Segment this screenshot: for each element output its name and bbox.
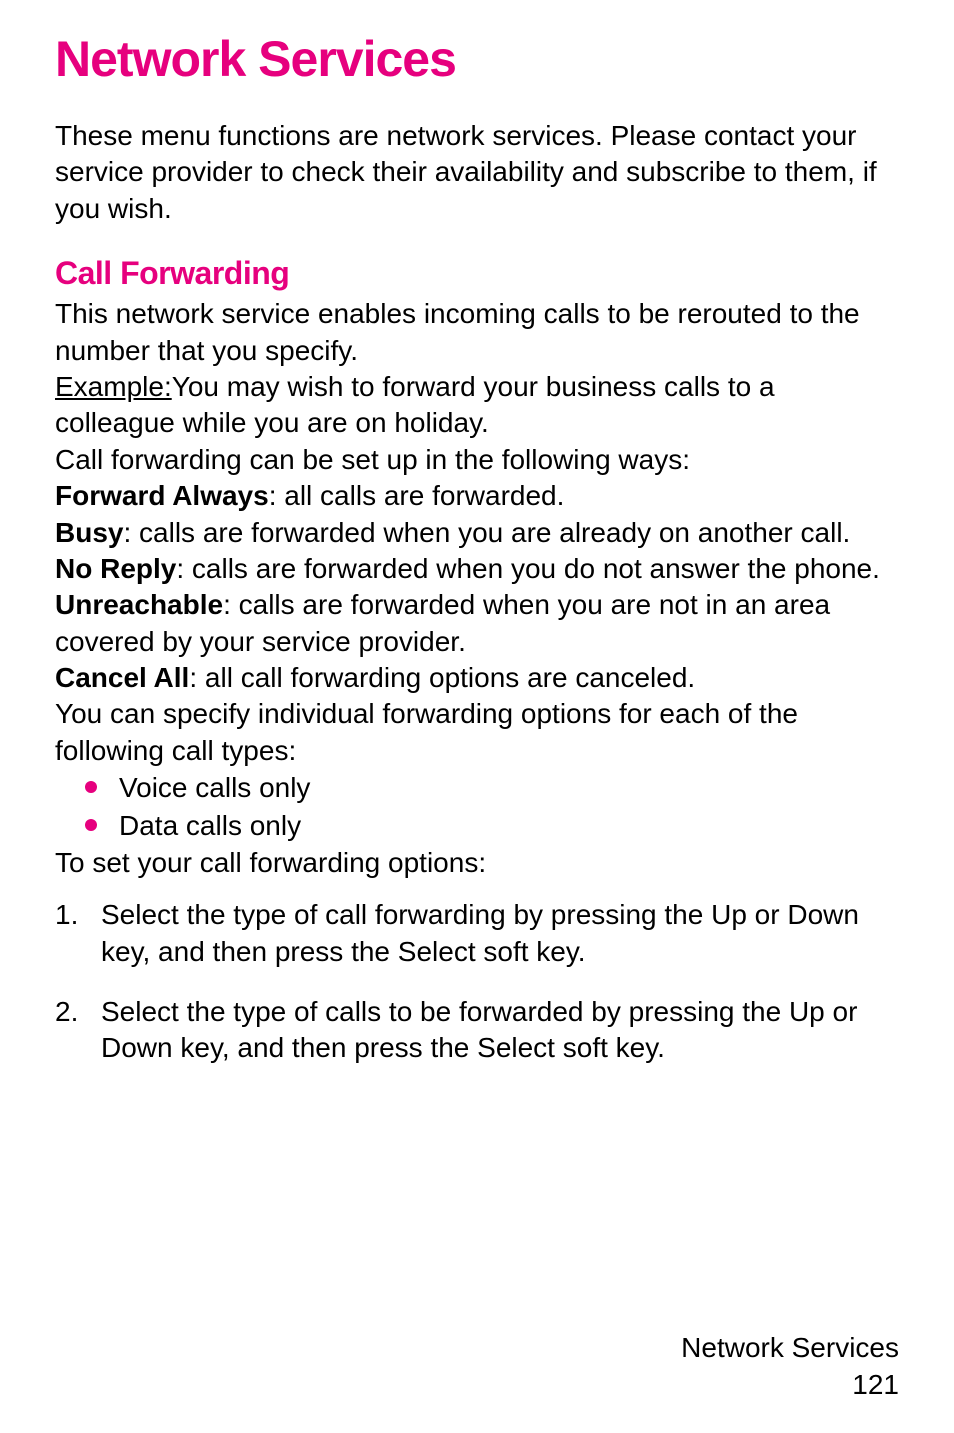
- intro-paragraph: These menu functions are network service…: [55, 118, 899, 227]
- footer-section-label: Network Services: [681, 1330, 899, 1366]
- section-p4: To set your call forwarding options:: [55, 845, 899, 881]
- step-number: 1.: [55, 897, 78, 933]
- list-item: Voice calls only: [85, 769, 899, 807]
- section-p1: This network service enables incoming ca…: [55, 298, 860, 365]
- option-busy-label: Busy: [55, 517, 123, 548]
- option-cancel-all-label: Cancel All: [55, 662, 189, 693]
- list-item: 1. Select the type of call forwarding by…: [55, 897, 899, 970]
- step-number: 2.: [55, 994, 78, 1030]
- list-item: 2. Select the type of calls to be forwar…: [55, 994, 899, 1067]
- example-label: Example:: [55, 371, 172, 402]
- footer-page-number: 121: [681, 1367, 899, 1403]
- option-no-reply-label: No Reply: [55, 553, 176, 584]
- list-item: Data calls only: [85, 807, 899, 845]
- option-forward-always-text: : all calls are forwarded.: [269, 480, 565, 511]
- steps-list: 1. Select the type of call forwarding by…: [55, 897, 899, 1067]
- section-body: This network service enables incoming ca…: [55, 296, 899, 769]
- call-type-bullets: Voice calls only Data calls only: [85, 769, 899, 845]
- option-cancel-all-text: : all call forwarding options are cancel…: [189, 662, 695, 693]
- option-no-reply-text: : calls are forwarded when you do not an…: [176, 553, 880, 584]
- option-forward-always-label: Forward Always: [55, 480, 269, 511]
- step-text-post: soft key.: [555, 1032, 665, 1063]
- section-p3: You can specify individual forwarding op…: [55, 698, 798, 765]
- option-unreachable-label: Unreachable: [55, 589, 223, 620]
- step-text-post: soft key.: [476, 936, 586, 967]
- step-text-bold: Select: [477, 1032, 555, 1063]
- page-title: Network Services: [55, 30, 899, 88]
- section-heading-call-forwarding: Call Forwarding: [55, 255, 899, 292]
- page-footer: Network Services 121: [681, 1330, 899, 1403]
- step-text-bold: Select: [398, 936, 476, 967]
- option-busy-text: : calls are forwarded when you are alrea…: [123, 517, 850, 548]
- section-p2: Call forwarding can be set up in the fol…: [55, 444, 690, 475]
